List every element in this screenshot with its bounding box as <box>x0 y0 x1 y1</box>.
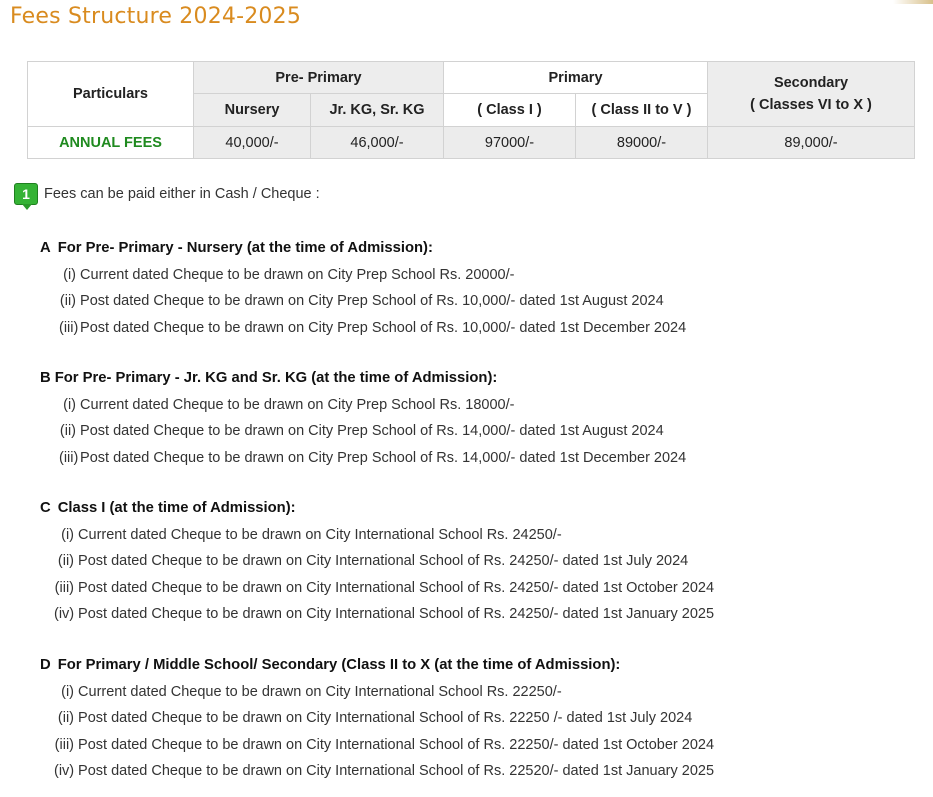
item-text: Current dated Cheque to be drawn on City… <box>80 396 515 413</box>
item-text: Post dated Cheque to be drawn on City In… <box>78 553 689 569</box>
fee-secondary: 89,000/- <box>707 126 916 159</box>
section-d: D For Primary / Middle School/ Secondary … <box>40 655 714 781</box>
jrkg-srkg-header: Jr. KG, Sr. KG <box>310 93 444 127</box>
number-badge-icon: 1 <box>14 183 38 210</box>
list-item: (i) Current dated Cheque to be drawn on … <box>59 265 686 285</box>
list-item: (ii) Post dated Cheque to be drawn on Ci… <box>59 421 686 441</box>
list-item: (iii) Post dated Cheque to be drawn on C… <box>59 318 686 338</box>
corner-decoration <box>893 0 933 4</box>
section-letter: D <box>40 657 51 673</box>
table-row: ANNUAL FEES 40,000/- 46,000/- 97000/- 89… <box>27 126 916 159</box>
section-c: C Class I (at the time of Admission): (i)… <box>40 498 714 624</box>
section-d-items: (i) Current dated Cheque to be drawn on … <box>54 682 714 782</box>
annual-fees-label: ANNUAL FEES <box>27 126 194 159</box>
list-item: (ii) Post dated Cheque to be drawn on Ci… <box>54 551 714 571</box>
section-heading: A For Pre- Primary - Nursery (at the time… <box>40 238 686 258</box>
item-number: (iv) <box>54 763 75 779</box>
section-a: A For Pre- Primary - Nursery (at the time… <box>40 238 686 338</box>
nursery-header: Nursery <box>193 93 311 127</box>
secondary-header: Secondary ( Classes VI to X ) <box>707 61 916 127</box>
section-title: Class I (at the time of Admission): <box>57 500 296 516</box>
secondary-header-classes: ( Classes VI to X ) <box>750 97 872 113</box>
section-title: For Pre- Primary - Jr. KG and Sr. KG (at… <box>54 370 498 386</box>
item-number: (ii) <box>59 293 76 309</box>
item-text: Current dated Cheque to be drawn on City… <box>78 683 562 700</box>
class1-header: ( Class I ) <box>443 93 576 127</box>
item-number: (iii) <box>59 319 79 336</box>
section-heading: C Class I (at the time of Admission): <box>40 498 714 518</box>
list-item: (ii) Post dated Cheque to be drawn on Ci… <box>59 291 686 311</box>
item-text: Post dated Cheque to be drawn on City Pr… <box>80 449 687 466</box>
item-text: Post dated Cheque to be drawn on City Pr… <box>80 319 687 336</box>
list-item: (iv) Post dated Cheque to be drawn on Ci… <box>54 604 714 624</box>
list-item: (i) Current dated Cheque to be drawn on … <box>59 395 686 415</box>
item-number: (i) <box>63 266 76 283</box>
fee-class1: 97000/- <box>443 126 576 159</box>
item-number: (i) <box>61 683 74 700</box>
item-number: (ii) <box>57 553 74 569</box>
list-item: (iv) Post dated Cheque to be drawn on Ci… <box>54 761 714 781</box>
pre-primary-header: Pre- Primary <box>193 61 444 94</box>
item-number: (iii) <box>54 736 74 753</box>
section-b: B For Pre- Primary - Jr. KG and Sr. KG (a… <box>40 368 686 468</box>
table-header-row: Particulars Pre- Primary Primary Seconda… <box>27 61 916 127</box>
section-letter: B <box>40 370 51 386</box>
item-text: Post dated Cheque to be drawn on City In… <box>78 736 715 753</box>
section-heading: D For Primary / Middle School/ Secondary … <box>40 655 714 675</box>
item-text: Post dated Cheque to be drawn on City In… <box>78 763 715 779</box>
section-a-items: (i) Current dated Cheque to be drawn on … <box>59 265 686 338</box>
list-item: (iii) Post dated Cheque to be drawn on C… <box>59 448 686 468</box>
item-number: (i) <box>61 526 74 543</box>
section-letter: A <box>40 240 51 256</box>
item-text: Current dated Cheque to be drawn on City… <box>78 526 562 543</box>
section-title: For Pre- Primary - Nursery (at the time … <box>57 240 433 256</box>
particulars-header: Particulars <box>27 61 194 127</box>
item-text: Post dated Cheque to be drawn on City Pr… <box>80 423 664 439</box>
item-number: (iii) <box>54 579 74 596</box>
fee-class2-to-5: 89000/- <box>574 126 709 159</box>
item-number: (i) <box>63 396 76 413</box>
section-letter: C <box>40 500 51 516</box>
page-title: Fees Structure 2024-2025 <box>10 4 302 29</box>
section-heading: B For Pre- Primary - Jr. KG and Sr. KG (a… <box>40 368 686 388</box>
list-item: (iii) Post dated Cheque to be drawn on C… <box>54 578 714 598</box>
item-text: Post dated Cheque to be drawn on City Pr… <box>80 293 664 309</box>
item-text: Post dated Cheque to be drawn on City In… <box>78 606 715 622</box>
list-item: (i) Current dated Cheque to be drawn on … <box>54 525 714 545</box>
fees-table: Particulars Pre- Primary Primary Seconda… <box>27 61 916 159</box>
secondary-header-title: Secondary <box>773 75 849 91</box>
payment-note-text: Fees can be paid either in Cash / Cheque… <box>44 186 320 202</box>
item-number: (ii) <box>57 710 74 726</box>
payment-note: 1 Fees can be paid either in Cash / Cheq… <box>14 182 320 210</box>
section-b-items: (i) Current dated Cheque to be drawn on … <box>59 395 686 468</box>
item-text: Current dated Cheque to be drawn on City… <box>80 266 515 283</box>
item-number: (ii) <box>59 423 76 439</box>
primary-header: Primary <box>442 61 709 94</box>
item-number: (iii) <box>59 449 79 466</box>
section-title: For Primary / Middle School/ Secondary (… <box>57 657 621 673</box>
fee-nursery: 40,000/- <box>193 126 311 159</box>
section-c-items: (i) Current dated Cheque to be drawn on … <box>54 525 714 625</box>
class2-to-5-header: ( Class II to V ) <box>574 93 709 127</box>
list-item: (iii) Post dated Cheque to be drawn on C… <box>54 735 714 755</box>
list-item: (i) Current dated Cheque to be drawn on … <box>54 682 714 702</box>
list-item: (ii) Post dated Cheque to be drawn on Ci… <box>54 708 714 728</box>
fee-jrkg-srkg: 46,000/- <box>310 126 444 159</box>
item-number: (iv) <box>54 606 75 622</box>
item-text: Post dated Cheque to be drawn on City In… <box>78 710 693 726</box>
item-text: Post dated Cheque to be drawn on City In… <box>78 579 715 596</box>
